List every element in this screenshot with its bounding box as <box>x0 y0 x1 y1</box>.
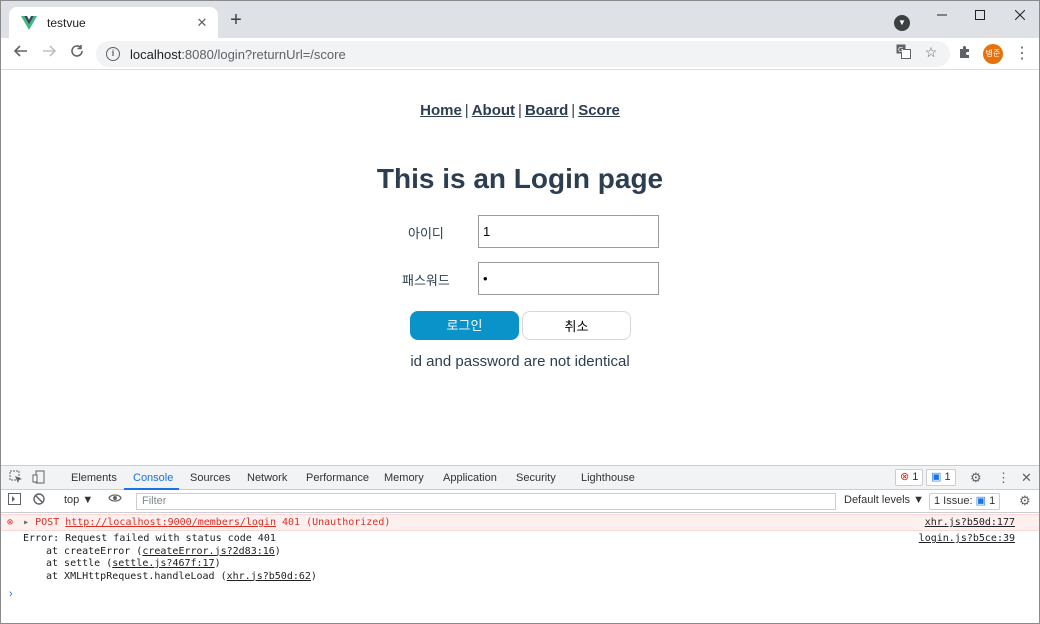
trace-link[interactable]: xhr.js?b50d:62 <box>227 571 311 582</box>
settings-gear-icon[interactable]: ⚙ <box>970 470 982 486</box>
nav-separator: | <box>464 102 469 119</box>
new-tab-button[interactable]: + <box>227 10 245 30</box>
error-icon: ⊗ <box>900 471 910 483</box>
url-host: localhost <box>130 46 182 62</box>
trace-paren: ) <box>274 545 281 557</box>
error-count-badge[interactable]: ⊗ 1 <box>895 469 924 486</box>
console-filter-bar: top ▼ Filter Default levels ▼ 1 Issue: ▣… <box>1 490 1039 513</box>
tab-strip: testvue ✕ + ▼ <box>1 1 1039 38</box>
menu-icon[interactable]: ⋮ <box>1014 44 1030 64</box>
expand-arrow-icon[interactable]: ▸ <box>23 517 29 528</box>
inspect-element-icon[interactable] <box>9 470 23 487</box>
trace-source-link[interactable]: login.js?b5ce:39 <box>919 533 1015 546</box>
eye-icon[interactable] <box>108 492 122 507</box>
tab-search-icon[interactable]: ▼ <box>894 15 910 31</box>
issues-count: 1 <box>989 495 996 507</box>
devtools-tab-lighthouse[interactable]: Lighthouse <box>581 472 635 484</box>
devtools-tab-performance[interactable]: Performance <box>306 472 369 484</box>
error-message: id and password are not identical <box>410 353 630 370</box>
window-close-icon[interactable] <box>997 1 1039 29</box>
nav-separator: | <box>518 102 522 119</box>
id-input[interactable]: 1 <box>478 215 659 248</box>
console-filter-input[interactable]: Filter <box>136 493 836 510</box>
translate-icon[interactable]: G <box>895 44 911 60</box>
devtools-more-icon[interactable]: ⋮ <box>997 470 1010 486</box>
devtools-tab-elements[interactable]: Elements <box>71 472 117 484</box>
extensions-icon[interactable] <box>958 45 972 62</box>
nav-score-link[interactable]: Score <box>578 102 620 119</box>
sidebar-toggle-icon[interactable] <box>8 493 21 508</box>
trace-link[interactable]: settle.js?467f:17 <box>112 558 214 569</box>
cancel-button[interactable]: 취소 <box>522 311 631 340</box>
devtools-tabbar: Elements Console Sources Network Perform… <box>1 466 1039 490</box>
issue-icon: ▣ <box>975 495 986 507</box>
password-label: 패스워드 <box>402 273 450 288</box>
star-icon[interactable]: ☆ <box>923 44 939 60</box>
devtools-tab-sources[interactable]: Sources <box>190 472 230 484</box>
back-icon[interactable] <box>11 44 31 64</box>
info-icon[interactable]: i <box>106 47 120 61</box>
devtools-tab-memory[interactable]: Memory <box>384 472 424 484</box>
forward-icon[interactable] <box>39 44 59 64</box>
trace-text: at createError ( <box>46 545 143 557</box>
devtools-panel: Elements Console Sources Network Perform… <box>1 465 1039 623</box>
tab-testvue[interactable]: testvue ✕ <box>9 7 218 38</box>
devtools-tab-application[interactable]: Application <box>443 472 497 484</box>
trace-error-text: Error: Request failed with status code 4… <box>23 533 276 544</box>
top-nav: Home | About | Board | Score <box>1 102 1039 119</box>
error-source-link[interactable]: xhr.js?b50d:177 <box>925 515 1015 530</box>
address-bar[interactable]: i localhost:8080/login?returnUrl=/score <box>96 41 950 67</box>
message-count: 1 <box>944 471 951 483</box>
issues-button[interactable]: 1 Issue: ▣ 1 <box>929 493 1001 510</box>
devtools-tab-console[interactable]: Console <box>133 472 173 484</box>
tab-close-icon[interactable]: ✕ <box>194 15 210 31</box>
error-count: 1 <box>912 471 919 483</box>
devtools-tab-security[interactable]: Security <box>516 472 556 484</box>
default-levels-dropdown[interactable]: Default levels ▼ <box>844 494 924 506</box>
page-content: Home | About | Board | Score This is an Login … <box>1 70 1039 465</box>
login-button[interactable]: 로그인 <box>410 311 519 340</box>
trace-link[interactable]: createError.js?2d83:16 <box>142 546 274 557</box>
trace-line: at XMLHttpRequest.handleLoad (xhr.js?b50… <box>1 571 1039 584</box>
error-url-link[interactable]: http://localhost:9000/members/login <box>65 517 276 528</box>
profile-avatar[interactable]: 병준 <box>983 44 1003 64</box>
error-status: 401 (Unauthorized) <box>282 517 391 528</box>
trace-line: Error: Request failed with status code 4… <box>1 533 1039 546</box>
devtools-close-icon[interactable]: ✕ <box>1021 470 1032 486</box>
nav-home-link[interactable]: Home <box>420 102 462 119</box>
error-method: POST <box>35 517 60 528</box>
message-icon: ▣ <box>931 471 942 483</box>
issues-label: 1 Issue: <box>934 495 973 507</box>
url-path: :8080/login?returnUrl=/score <box>181 46 346 62</box>
console-stack-trace: Error: Request failed with status code 4… <box>1 533 1039 583</box>
vue-logo-icon <box>21 15 37 30</box>
console-prompt[interactable]: › <box>9 588 13 600</box>
console-error-row[interactable]: ⊗ ▸ POST http://localhost:9000/members/l… <box>1 514 1039 531</box>
devtools-tab-network[interactable]: Network <box>247 472 287 484</box>
browser-toolbar: i localhost:8080/login?returnUrl=/score … <box>1 38 1039 70</box>
device-toolbar-icon[interactable] <box>32 470 46 487</box>
console-settings-icon[interactable]: ⚙ <box>1019 493 1031 509</box>
trace-paren: ) <box>214 558 221 569</box>
clear-console-icon[interactable] <box>33 493 45 508</box>
error-circle-icon: ⊗ <box>7 517 14 528</box>
trace-text: at XMLHttpRequest.handleLoad ( <box>46 570 227 582</box>
browser-window: testvue ✕ + ▼ i localhost:8080/login?ret… <box>0 0 1040 624</box>
trace-line: at createError (createError.js?2d83:16) <box>1 546 1039 559</box>
trace-line: at settle (settle.js?467f:17) <box>1 558 1039 571</box>
password-input[interactable]: • <box>478 262 659 295</box>
id-label: 아이디 <box>408 226 444 241</box>
trace-paren: ) <box>310 570 317 582</box>
nav-about-link[interactable]: About <box>472 102 515 119</box>
reload-icon[interactable] <box>67 44 87 64</box>
nav-separator: | <box>571 102 576 119</box>
context-selector[interactable]: top ▼ <box>64 494 93 506</box>
tab-title: testvue <box>47 15 86 30</box>
trace-text: at settle ( <box>46 558 113 569</box>
page-title: This is an Login page <box>376 163 664 194</box>
svg-text:G: G <box>898 46 903 54</box>
nav-board-link[interactable]: Board <box>525 102 568 119</box>
message-count-badge[interactable]: ▣ 1 <box>926 469 956 486</box>
